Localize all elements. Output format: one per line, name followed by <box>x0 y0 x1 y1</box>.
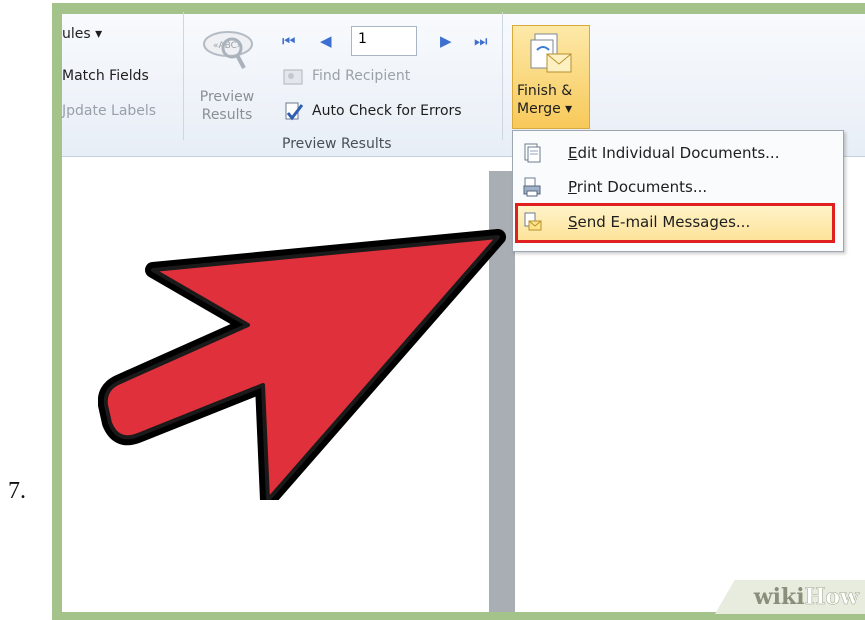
finish-merge-label-line2: Merge ▾ <box>517 101 573 117</box>
step-number: 7. <box>8 478 26 504</box>
menu-item-label: Send E-mail Messages... <box>568 213 751 231</box>
ribbon-separator <box>502 12 503 140</box>
finish-merge-label-line1: Finish & <box>517 83 573 99</box>
ribbon-separator <box>183 12 184 140</box>
auto-check-icon <box>285 102 304 121</box>
send-email-icon <box>524 212 542 231</box>
last-record-icon[interactable]: ⏭ <box>474 32 488 50</box>
finish-merge-icon <box>530 33 572 73</box>
preview-label-line1: Preview <box>199 89 255 105</box>
menu-item-send-email-messages[interactable]: Send E-mail Messages... <box>512 205 842 239</box>
menu-item-label: Edit Individual Documents... <box>568 144 780 162</box>
find-recipient-icon <box>283 69 303 85</box>
preview-results-button[interactable]: Preview Results <box>190 88 264 124</box>
pointer-arrow-icon <box>98 229 506 500</box>
menu-item-label: Print Documents... <box>568 178 708 196</box>
previous-record-icon[interactable]: ◀ <box>320 32 332 50</box>
menu-item-edit-individual-documents[interactable]: Edit Individual Documents... <box>512 136 842 170</box>
auto-check-errors-button[interactable]: Auto Check for Errors <box>312 103 462 119</box>
print-documents-icon <box>523 177 541 197</box>
preview-label-line2: Results <box>201 107 253 123</box>
watermark-wiki: wiki <box>753 584 805 610</box>
edit-documents-icon <box>524 143 541 163</box>
watermark-how: How <box>804 584 859 611</box>
finish-merge-button[interactable]: Finish & Merge ▾ <box>512 25 590 129</box>
find-recipient-button[interactable]: Find Recipient <box>312 68 410 84</box>
next-record-icon[interactable]: ▶ <box>440 32 452 50</box>
update-labels-button[interactable]: Jpdate Labels <box>62 103 156 119</box>
record-number-input[interactable]: 1 <box>351 26 417 56</box>
menu-item-print-documents[interactable]: Print Documents... <box>512 170 842 204</box>
wikihow-watermark: wikiHow <box>715 580 865 616</box>
preview-results-group-label: Preview Results <box>282 136 392 152</box>
preview-results-icon: «ABC» <box>203 31 253 69</box>
rules-button[interactable]: ules ▾ <box>62 26 102 42</box>
match-fields-button[interactable]: Match Fields <box>62 68 149 84</box>
first-record-icon[interactable]: ⏮ <box>282 32 296 50</box>
